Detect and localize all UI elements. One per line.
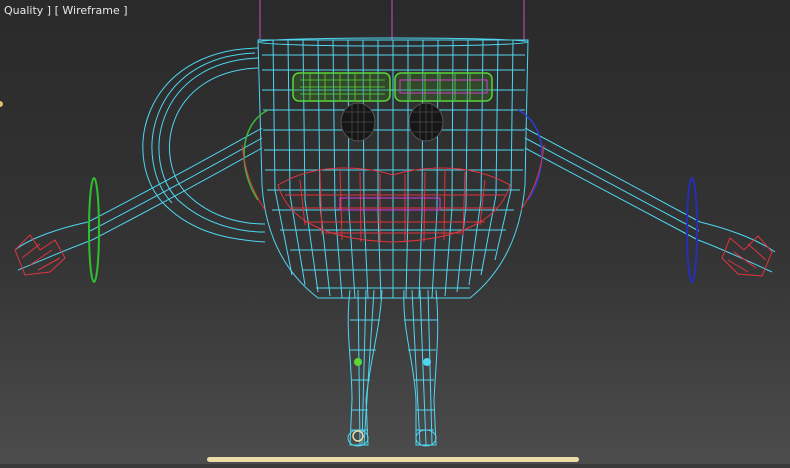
hand-right[interactable]: [721, 235, 773, 277]
leg-left[interactable]: [347, 289, 383, 447]
knee-marker-right[interactable]: [423, 358, 431, 366]
viewport-bottom-edge: [0, 464, 790, 468]
scene-canvas[interactable]: [0, 0, 790, 468]
eyebrow-left[interactable]: [292, 72, 391, 102]
foot-marker-left[interactable]: [352, 430, 364, 442]
eye-right[interactable]: [408, 102, 444, 142]
viewport-label[interactable]: Quality ] [ Wireframe ]: [4, 4, 128, 17]
timeline-bar[interactable]: [207, 457, 579, 462]
cheek-left[interactable]: [243, 109, 269, 201]
mouth[interactable]: [277, 167, 511, 243]
leg-right[interactable]: [403, 289, 439, 447]
viewport-3d[interactable]: Quality ] [ Wireframe ]: [0, 0, 790, 468]
knee-marker-left[interactable]: [354, 358, 362, 366]
wrist-ring-left[interactable]: [88, 177, 100, 283]
cup-handle[interactable]: [142, 47, 266, 243]
arm-left[interactable]: [14, 127, 263, 271]
eyebrow-right[interactable]: [394, 72, 493, 102]
arm-right[interactable]: [524, 127, 776, 273]
hand-left[interactable]: [14, 234, 66, 276]
wrist-ring-right[interactable]: [686, 177, 698, 283]
eye-left[interactable]: [340, 102, 376, 142]
cheek-right-outer: [520, 144, 545, 211]
guide-lines: [259, 0, 525, 40]
